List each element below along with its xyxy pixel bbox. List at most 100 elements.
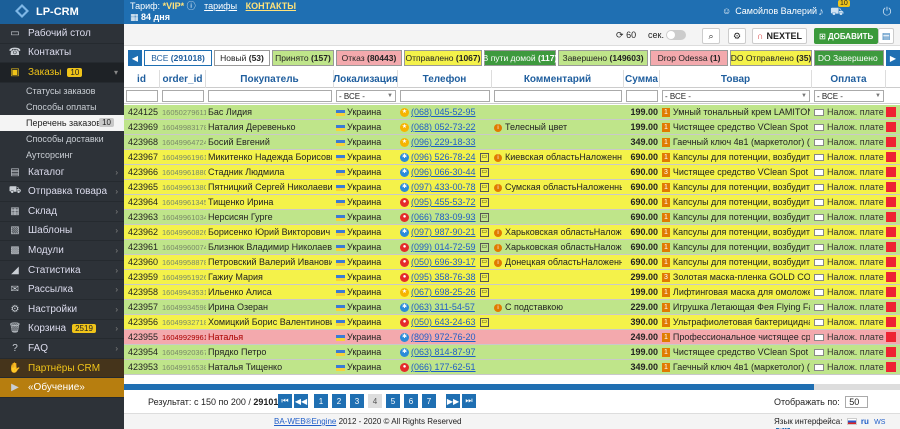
sidebar-sub-statuses[interactable]: Статусы заказов <box>0 82 124 99</box>
sidebar-sub-payment[interactable]: Способы оплаты <box>0 98 124 115</box>
row-action[interactable] <box>886 270 898 285</box>
per-page-select[interactable]: 50 <box>845 396 869 408</box>
table-row[interactable]: 423961 16049960074 Близнюк Владимир Никола… <box>124 240 900 255</box>
delete-icon[interactable] <box>886 152 896 162</box>
sidebar-item-faq[interactable]: ? FAQ › <box>0 339 124 359</box>
sidebar-sub-delivery[interactable]: Способы доставки <box>0 130 124 147</box>
message-icon[interactable]: ▭ <box>479 183 490 193</box>
row-action[interactable] <box>886 300 898 315</box>
row-action[interactable] <box>886 330 898 345</box>
filter-order-id-input[interactable] <box>162 90 204 102</box>
table-row[interactable]: 423968 16049964724 Босий Евгений Украина ★ (0… <box>124 135 900 150</box>
phone-link[interactable]: (050) 643-24-63 <box>411 317 476 327</box>
tab-status[interactable]: DO Отправлено (35) <box>730 50 812 66</box>
table-row[interactable]: 423967 16049961961 Микитенко Надежда Борис… <box>124 150 900 165</box>
table-row[interactable]: 423955 16049929961 Наталья Украина ✱ (809) 97… <box>124 330 900 345</box>
tab-status[interactable]: Принято (157) <box>272 50 334 66</box>
filter-product-select[interactable]: - ВСЕ - ▼ <box>662 90 810 102</box>
prev-page-icon[interactable]: ◀◀ <box>294 394 308 408</box>
phone-link[interactable]: (097) 987-90-21 <box>411 227 476 237</box>
sidebar-item-trash[interactable]: 🗑 Корзина 2519 › <box>0 320 124 340</box>
delete-icon[interactable] <box>886 137 896 147</box>
table-row[interactable]: 423969 16049983178 Наталия Деревенько Украи… <box>124 120 900 135</box>
phone-link[interactable]: (066) 783-09-93 <box>411 212 476 222</box>
delete-icon[interactable] <box>886 272 896 282</box>
toggle-switch[interactable] <box>665 30 686 40</box>
row-action[interactable] <box>886 150 898 165</box>
row-action[interactable] <box>886 210 898 225</box>
refresh-control[interactable]: ⟳ 60 <box>616 28 636 42</box>
filter-localization-select[interactable]: - ВСЕ - ▼ <box>336 90 396 102</box>
delete-icon[interactable] <box>886 197 896 207</box>
tab-status[interactable]: Завершено (149603) <box>558 50 648 66</box>
phone-link[interactable]: (066) 177-62-51 <box>411 362 476 372</box>
table-row[interactable]: 423954 16049920367 Прядко Петро Украина ✱ (06… <box>124 345 900 360</box>
phone-link[interactable]: (099) 014-72-59 <box>411 242 476 252</box>
power-icon[interactable]: ⏻ <box>880 5 894 19</box>
tab-status[interactable]: DO Завершено <box>814 50 884 66</box>
row-action[interactable] <box>886 135 898 150</box>
phone-link[interactable]: (050) 696-39-17 <box>411 257 476 267</box>
table-row[interactable]: 423958 16049943531 Ильенко Алиса Украина ★ (0… <box>124 285 900 300</box>
row-action[interactable] <box>886 165 898 180</box>
column-header-payment[interactable]: Оплата <box>812 70 886 88</box>
phone-link[interactable]: (063) 311-54-57 <box>411 302 475 312</box>
engine-link[interactable]: BA-WEB®Engine <box>274 417 336 426</box>
sidebar-item-warehouse[interactable]: ▦ Склад › <box>0 202 124 222</box>
language-current[interactable]: ru <box>861 417 869 426</box>
table-row[interactable]: 423964 16049961345 Тищенко Ирина Украина ● (0… <box>124 195 900 210</box>
tab-status[interactable]: Отправлено (1067) <box>404 50 482 66</box>
column-header-id[interactable]: id <box>124 70 160 88</box>
search-button[interactable]: ⌕ <box>702 28 720 44</box>
filter-id-input[interactable] <box>126 90 158 102</box>
sidebar-item-truck[interactable]: ⛟ Отправка товара › <box>0 182 124 202</box>
delete-icon[interactable] <box>886 107 896 117</box>
message-icon[interactable]: ▭ <box>479 258 490 268</box>
column-header-sum[interactable]: Сумма <box>624 70 660 88</box>
page-number-button[interactable]: 6 <box>404 394 418 408</box>
last-page-icon[interactable]: ⏭ <box>462 394 476 408</box>
message-icon[interactable]: ▭ <box>479 198 490 208</box>
delete-icon[interactable] <box>886 122 896 132</box>
row-action[interactable] <box>886 255 898 270</box>
filter-buyer-input[interactable] <box>208 90 332 102</box>
sidebar-item-catalog[interactable]: ▤ Каталог › <box>0 163 124 183</box>
row-action[interactable] <box>886 105 898 120</box>
filter-phone-input[interactable] <box>400 90 490 102</box>
message-icon[interactable]: ▭ <box>479 153 490 163</box>
delete-icon[interactable] <box>886 227 896 237</box>
sidebar-item-orders[interactable]: ▣ Заказы 10 ▾ <box>0 63 124 83</box>
tab-status[interactable]: ВСЕ (291018) <box>144 50 212 66</box>
column-header-phone[interactable]: Телефон <box>398 70 492 88</box>
table-row[interactable]: 423953 16049916538 Наталья Тищенко Украина ●… <box>124 360 900 375</box>
message-icon[interactable]: ▭ <box>479 243 490 253</box>
logo[interactable]: LP-CRM <box>0 0 124 24</box>
sidebar-item-mail[interactable]: ✉ Рассылка › <box>0 280 124 300</box>
message-icon[interactable]: ▭ <box>479 273 490 283</box>
phone-link[interactable]: (068) 052-73-22 <box>411 122 476 132</box>
page-number-button[interactable]: 2 <box>332 394 346 408</box>
row-action[interactable] <box>886 120 898 135</box>
page-number-button[interactable]: 7 <box>422 394 436 408</box>
tab-status[interactable]: Отказ (80443) <box>336 50 402 66</box>
page-number-button[interactable]: 5 <box>386 394 400 408</box>
phone-link[interactable]: (095) 455-53-72 <box>411 197 476 207</box>
next-page-icon[interactable]: ▶▶ <box>446 394 460 408</box>
message-icon[interactable]: ▭ <box>479 213 490 223</box>
nextel-button[interactable]: ∩ NEXTEL <box>752 28 808 44</box>
tab-status[interactable]: В пути домой (117) <box>483 50 557 66</box>
table-row[interactable]: 423965 16049961380 Пятницкий Сергей Никола… <box>124 180 900 195</box>
filter-payment-select[interactable]: - ВСЕ - ▼ <box>814 90 884 102</box>
row-action[interactable] <box>886 225 898 240</box>
message-icon[interactable]: ▭ <box>479 288 490 298</box>
bell-icon[interactable]: ♪ <box>814 5 828 19</box>
phone-link[interactable]: (095) 358-76-38 <box>411 272 476 282</box>
delete-icon[interactable] <box>886 347 896 357</box>
cart-icon[interactable]: ⛟ <box>830 5 844 19</box>
sidebar-item-stats[interactable]: ◢ Статистика › <box>0 261 124 281</box>
row-action[interactable] <box>886 285 898 300</box>
row-action[interactable] <box>886 360 898 375</box>
delete-icon[interactable] <box>886 167 896 177</box>
table-row[interactable]: 423963 16049961034 Нерсисян Гурге Украина ●(… <box>124 210 900 225</box>
tabs-scroll-right-icon[interactable]: ▶ <box>886 50 900 66</box>
